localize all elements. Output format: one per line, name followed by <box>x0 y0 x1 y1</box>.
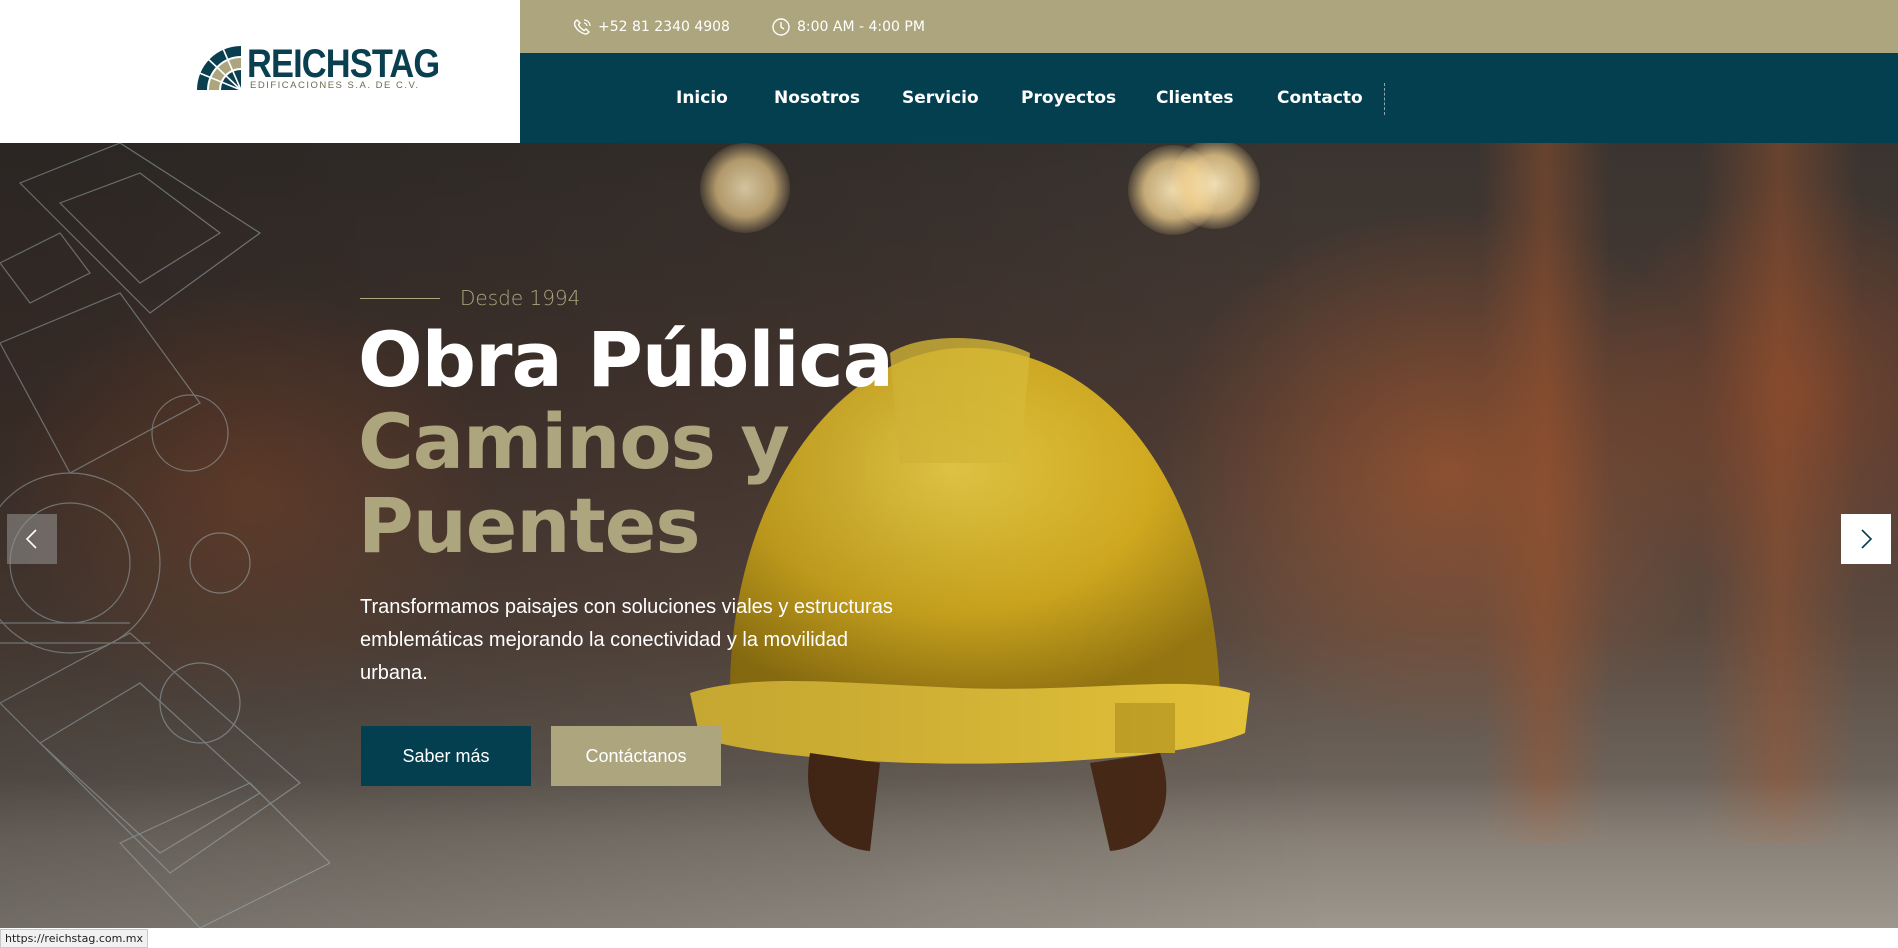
hero-eyebrow: Desde 1994 <box>360 286 580 310</box>
hero-title-secondary: Caminos y Puentes <box>358 397 790 570</box>
contactanos-button[interactable]: Contáctanos <box>551 726 721 786</box>
slider-prev-button[interactable] <box>7 514 57 564</box>
logo-container: REICHSTAG EDIFICACIONES S.A. DE C.V. <box>0 0 520 143</box>
business-hours: 8:00 AM - 4:00 PM <box>771 0 925 53</box>
brand-logo[interactable]: REICHSTAG EDIFICACIONES S.A. DE C.V. <box>193 42 440 94</box>
phone-icon <box>573 18 591 35</box>
chevron-left-icon <box>25 529 37 549</box>
slider-next-button[interactable] <box>1841 514 1891 564</box>
top-contact-bar: +52 81 2340 4908 8:00 AM - 4:00 PM <box>520 0 1898 53</box>
nav-item-contacto[interactable]: Contacto <box>1277 53 1363 143</box>
hours-text: 8:00 AM - 4:00 PM <box>797 18 925 35</box>
hero-description: Transformamos paisajes con soluciones vi… <box>360 596 893 684</box>
nav-item-inicio[interactable]: Inicio <box>676 53 728 143</box>
status-bar-url: https://reichstag.com.mx <box>0 929 149 948</box>
hero-title-primary: Obra Pública <box>358 315 894 404</box>
chevron-right-icon <box>1861 529 1873 549</box>
eyebrow-line <box>360 297 440 299</box>
hero-slider: Desde 1994 Obra Pública Caminos y Puente… <box>0 143 1898 928</box>
nav-item-proyectos[interactable]: Proyectos <box>1021 53 1116 143</box>
phone-contact[interactable]: +52 81 2340 4908 <box>572 0 730 53</box>
main-nav: Inicio Nosotros Servicio Proyectos Clien… <box>520 53 1898 143</box>
clock-icon <box>772 17 790 36</box>
saber-mas-button[interactable]: Saber más <box>361 726 531 786</box>
nav-item-nosotros[interactable]: Nosotros <box>774 53 860 143</box>
hero-overlay <box>0 143 1898 928</box>
eyebrow-text: Desde 1994 <box>460 286 581 310</box>
page-bottom-strip <box>0 928 1898 948</box>
nav-item-servicio[interactable]: Servicio <box>902 53 979 143</box>
site-header: REICHSTAG EDIFICACIONES S.A. DE C.V. +52… <box>0 0 1898 143</box>
phone-number: +52 81 2340 4908 <box>598 18 730 35</box>
nav-item-clientes[interactable]: Clientes <box>1156 53 1234 143</box>
nav-divider <box>1384 83 1385 115</box>
logo-mark-icon <box>196 43 242 91</box>
brand-tagline: EDIFICACIONES S.A. DE C.V. <box>250 80 420 91</box>
